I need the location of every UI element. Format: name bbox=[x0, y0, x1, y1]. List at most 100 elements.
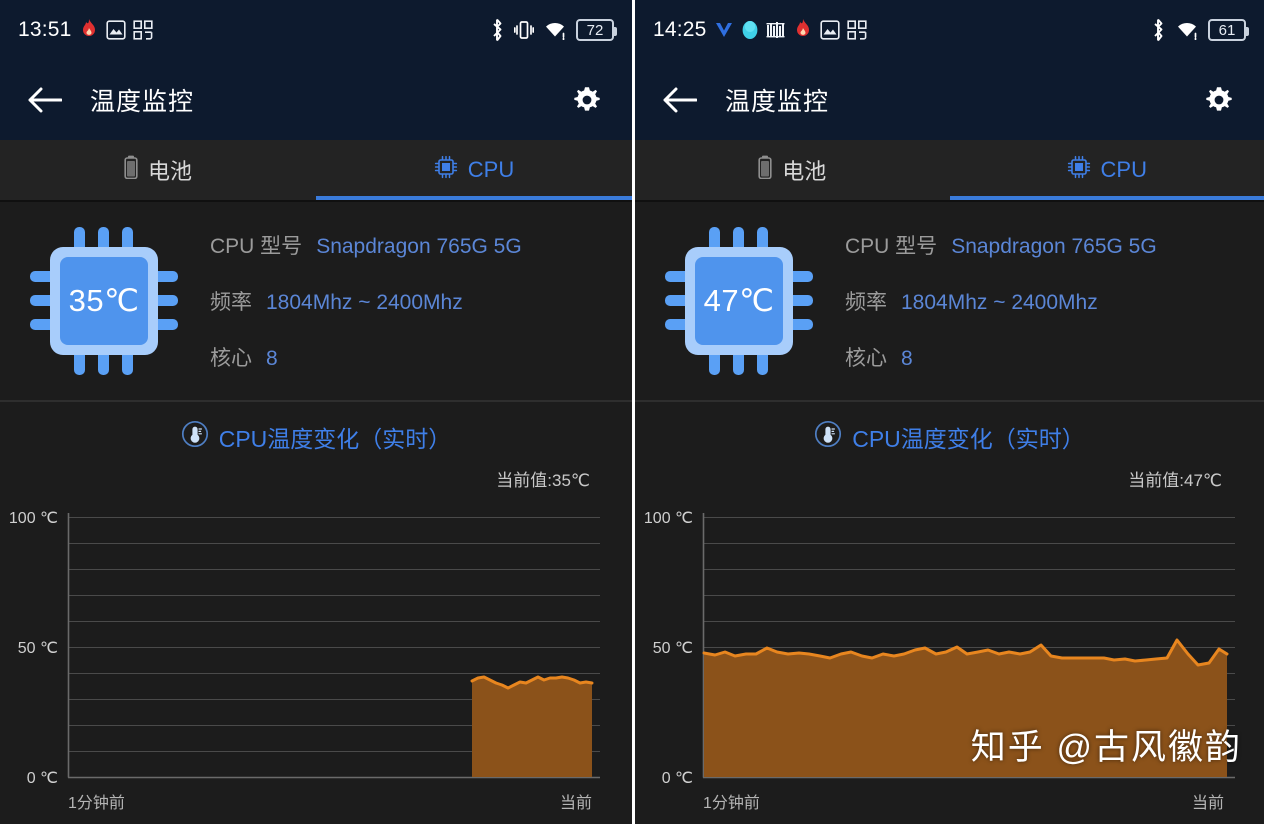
wifi-icon bbox=[543, 20, 567, 40]
cpu-cores-row: 核心 8 bbox=[845, 342, 1157, 372]
phone-screen-right: 14:25 61 温度监控 电池 CPU 47℃ CPU 型号 Snapdrag… bbox=[632, 0, 1264, 824]
thermometer-icon bbox=[181, 420, 209, 454]
tab-bar: 电池 CPU bbox=[635, 140, 1264, 200]
status-bar-right: 72 bbox=[489, 18, 617, 42]
flame-icon bbox=[79, 19, 99, 41]
tab-cpu-label: CPU bbox=[1100, 157, 1147, 182]
tab-battery[interactable]: 电池 bbox=[0, 140, 316, 200]
chart-plot-area: 100 ℃ 50 ℃ 0 ℃ bbox=[635, 497, 1264, 785]
page-title: 温度监控 bbox=[725, 88, 830, 116]
chart-x-labels: 1分钟前 当前 bbox=[0, 785, 632, 813]
cpu-temperature-chart-card: CPU温度变化（实时） 当前值:35℃ 100 ℃ 50 ℃ 0 ℃ 1分钟前 … bbox=[0, 402, 632, 812]
page-title: 温度监控 bbox=[90, 88, 195, 116]
back-button[interactable] bbox=[22, 77, 68, 123]
dual-screenshot-container: 13:51 72 温度监控 电池 CPU 35℃ CPU 型号 Snapdrag… bbox=[0, 0, 1264, 824]
cpu-info-card: 47℃ CPU 型号 Snapdragon 765G 5G 频率 1804Mhz… bbox=[635, 202, 1264, 402]
status-bar-right: 61 bbox=[1150, 18, 1249, 42]
chart-x-label-left: 1分钟前 bbox=[68, 795, 125, 812]
status-clock: 14:25 bbox=[653, 18, 707, 41]
cpu-frequency-label: 频率 bbox=[845, 291, 887, 314]
tab-cpu[interactable]: CPU bbox=[316, 140, 632, 200]
thermometer-icon bbox=[814, 420, 842, 454]
cpu-frequency-label: 频率 bbox=[210, 291, 252, 314]
cpu-frequency-value: 1804Mhz ~ 2400Mhz bbox=[901, 291, 1098, 314]
app-bar: 温度监控 bbox=[635, 60, 1264, 140]
cpu-temperature-chip: 47℃ bbox=[659, 221, 819, 381]
cpu-model-label: CPU 型号 bbox=[845, 235, 938, 258]
battery-icon bbox=[124, 155, 138, 185]
cpu-cores-label: 核心 bbox=[210, 347, 252, 370]
phone-screen-left: 13:51 72 温度监控 电池 CPU 35℃ CPU 型号 Snapdrag… bbox=[0, 0, 632, 824]
tab-battery-label: 电池 bbox=[147, 159, 192, 184]
svg-text:50 ℃: 50 ℃ bbox=[18, 640, 58, 657]
photo-icon bbox=[105, 20, 126, 40]
chart-x-labels: 1分钟前 当前 bbox=[635, 785, 1264, 813]
bluetooth-icon bbox=[1150, 18, 1166, 42]
status-bar-left: 13:51 bbox=[18, 18, 153, 42]
cpu-cores-label: 核心 bbox=[845, 347, 887, 370]
vibrate-icon bbox=[514, 19, 534, 41]
cpu-model-row: CPU 型号 Snapdragon 765G 5G bbox=[845, 230, 1157, 260]
cpu-chip-icon bbox=[1067, 155, 1091, 185]
cpu-model-value: Snapdragon 765G 5G bbox=[316, 235, 522, 258]
settings-button[interactable] bbox=[1196, 77, 1242, 123]
cpu-temperature-chip: 35℃ bbox=[24, 221, 184, 381]
qq-penguin-icon bbox=[741, 20, 759, 41]
tab-battery-label: 电池 bbox=[782, 159, 827, 184]
cpu-model-row: CPU 型号 Snapdragon 765G 5G bbox=[210, 230, 522, 260]
cpu-cores-row: 核心 8 bbox=[210, 342, 522, 372]
bluetooth-icon bbox=[489, 18, 505, 42]
tab-active-indicator bbox=[316, 196, 632, 200]
cpu-info-card: 35℃ CPU 型号 Snapdragon 765G 5G 频率 1804Mhz… bbox=[0, 202, 632, 402]
battery-icon bbox=[758, 155, 772, 185]
tab-active-indicator bbox=[949, 196, 1264, 200]
settings-button[interactable] bbox=[564, 77, 610, 123]
chart-title-text: CPU温度变化（实时） bbox=[218, 426, 452, 452]
chart-x-label-right: 当前 bbox=[559, 795, 592, 812]
qr-grid-icon bbox=[132, 20, 153, 40]
svg-text:100 ℃: 100 ℃ bbox=[9, 510, 58, 527]
battery-status-badge: 61 bbox=[1208, 19, 1249, 41]
battery-percent: 61 bbox=[1218, 21, 1236, 39]
cpu-detail-list: CPU 型号 Snapdragon 765G 5G 频率 1804Mhz ~ 2… bbox=[845, 230, 1157, 372]
cpu-cores-value: 8 bbox=[266, 347, 278, 370]
flame-icon bbox=[793, 19, 813, 41]
cpu-temp-value: 47℃ bbox=[703, 283, 775, 318]
status-bar: 13:51 72 bbox=[0, 0, 632, 60]
chart-title-row: CPU温度变化（实时） bbox=[635, 420, 1264, 454]
tab-battery[interactable]: 电池 bbox=[635, 140, 950, 200]
chart-x-label-left: 1分钟前 bbox=[703, 795, 760, 812]
chart-title-text: CPU温度变化（实时） bbox=[852, 426, 1085, 452]
tab-cpu-label: CPU bbox=[467, 157, 515, 182]
qr-grid-icon bbox=[846, 20, 867, 40]
wifi-icon bbox=[1175, 20, 1199, 40]
cpu-detail-list: CPU 型号 Snapdragon 765G 5G 频率 1804Mhz ~ 2… bbox=[210, 230, 522, 372]
music-bars-icon bbox=[766, 20, 786, 40]
tab-bar: 电池 CPU bbox=[0, 140, 632, 200]
chart-svg: 100 ℃ 50 ℃ 0 ℃ bbox=[644, 510, 1235, 785]
chart-x-label-right: 当前 bbox=[1191, 795, 1224, 812]
cpu-temp-value: 35℃ bbox=[68, 283, 140, 318]
chart-plot-area: 100 ℃ 50 ℃ 0 ℃ bbox=[0, 497, 632, 785]
photo-icon bbox=[819, 20, 840, 40]
cpu-frequency-row: 频率 1804Mhz ~ 2400Mhz bbox=[845, 286, 1157, 316]
cpu-frequency-row: 频率 1804Mhz ~ 2400Mhz bbox=[210, 286, 522, 316]
status-bar: 14:25 61 bbox=[635, 0, 1264, 60]
svg-text:0 ℃: 0 ℃ bbox=[27, 770, 58, 785]
svg-text:0 ℃: 0 ℃ bbox=[662, 770, 693, 785]
app-bar: 温度监控 bbox=[0, 60, 632, 140]
cpu-model-value: Snapdragon 765G 5G bbox=[951, 235, 1157, 258]
chart-svg: 100 ℃ 50 ℃ 0 ℃ bbox=[9, 510, 600, 785]
status-bar-left: 14:25 bbox=[653, 18, 867, 42]
chart-area-fill bbox=[472, 677, 592, 777]
tab-cpu[interactable]: CPU bbox=[950, 140, 1264, 200]
chart-current-value: 当前值:47℃ bbox=[1128, 471, 1222, 490]
cpu-frequency-value: 1804Mhz ~ 2400Mhz bbox=[266, 291, 463, 314]
cpu-model-label: CPU 型号 bbox=[210, 235, 303, 258]
cpu-chip-icon bbox=[434, 155, 458, 185]
battery-percent: 72 bbox=[586, 21, 604, 39]
svg-text:100 ℃: 100 ℃ bbox=[644, 510, 693, 527]
chart-current-value: 当前值:35℃ bbox=[496, 471, 590, 490]
status-clock: 13:51 bbox=[18, 18, 72, 41]
back-button[interactable] bbox=[657, 77, 703, 123]
